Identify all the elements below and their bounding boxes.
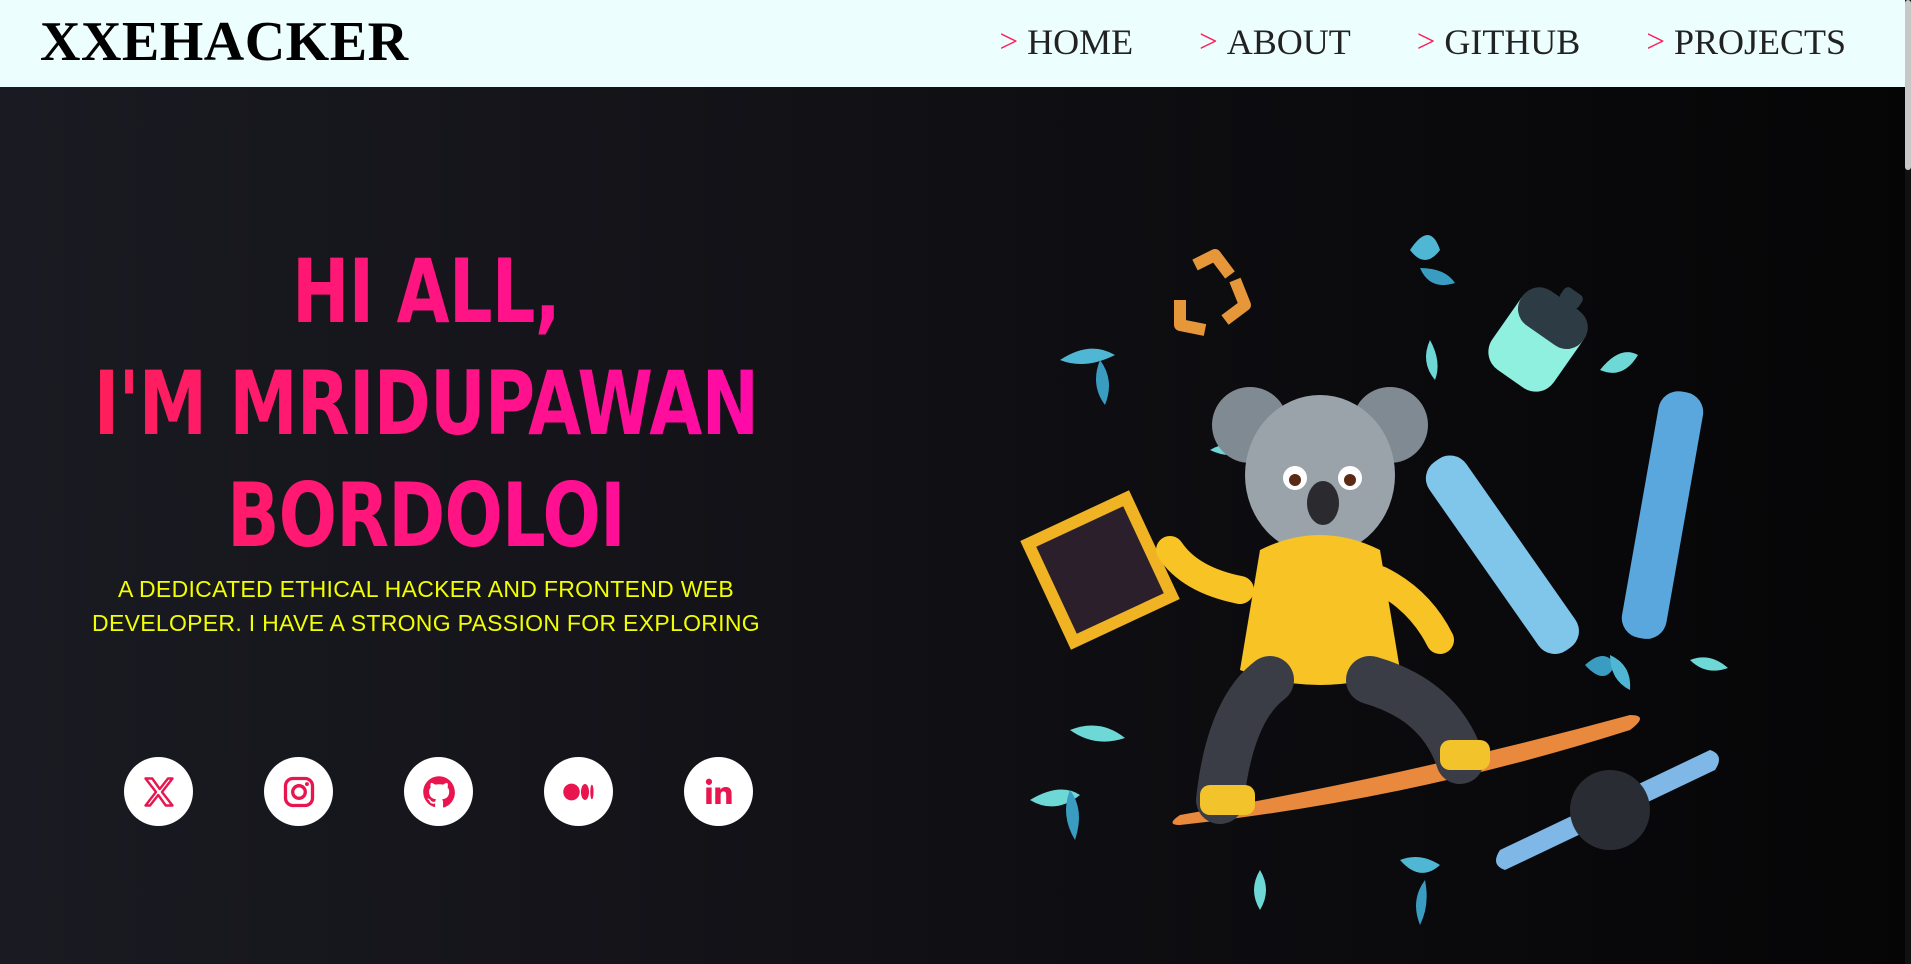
koala-snowboard-illustration: [1020, 235, 1728, 925]
hero-heading: HI ALL, I'M MRIDUPAWAN BORDOLOI: [94, 236, 759, 572]
nav-home[interactable]: > HOME: [999, 20, 1133, 64]
instagram-link[interactable]: [264, 757, 333, 826]
hero-greeting: HI ALL,: [291, 240, 561, 343]
navbar: XXEHACKER > HOME > ABOUT > GITHUB > PROJ…: [0, 0, 1911, 87]
onewheel-icon: [1496, 750, 1719, 870]
linkedin-icon: [705, 778, 732, 804]
chevron-right-icon: >: [1646, 24, 1665, 60]
github-icon: [422, 775, 455, 807]
scrollbar-thumb[interactable]: [1905, 0, 1911, 170]
recycle-icon: [1174, 249, 1251, 336]
x-icon: [143, 776, 174, 807]
linkedin-link[interactable]: [684, 757, 753, 826]
chevron-right-icon: >: [999, 24, 1019, 60]
brand-logo[interactable]: XXEHACKER: [40, 10, 409, 74]
hero-name-line: I'M MRIDUPAWAN: [93, 352, 759, 455]
nav-github[interactable]: > GITHUB: [1417, 20, 1581, 64]
hero-description: A DEDICATED ETHICAL HACKER AND FRONTEND …: [92, 576, 760, 636]
chevron-right-icon: >: [1416, 24, 1436, 60]
solar-panel-icon: [1020, 490, 1180, 650]
nav-projects[interactable]: > PROJECTS: [1646, 20, 1846, 64]
github-link[interactable]: [404, 757, 473, 826]
instagram-icon: [283, 776, 314, 807]
nav-projects-label: PROJECTS: [1673, 22, 1846, 62]
skis-icon: [1425, 391, 1704, 654]
social-links: [124, 757, 824, 826]
nav-about-label: ABOUT: [1226, 22, 1351, 62]
battery-icon: [1488, 287, 1588, 392]
nav-github-label: GITHUB: [1444, 22, 1581, 62]
hero-surname-line: BORDOLOI: [227, 464, 625, 567]
medium-icon: [562, 783, 594, 800]
nav-links: > HOME > ABOUT > GITHUB > PROJECTS: [933, 20, 1846, 64]
page-scrollbar[interactable]: [1905, 0, 1911, 964]
nav-home-label: HOME: [1027, 22, 1134, 62]
x-link[interactable]: [124, 757, 193, 826]
nav-about[interactable]: > ABOUT: [1199, 20, 1351, 64]
medium-link[interactable]: [544, 757, 613, 826]
chevron-right-icon: >: [1199, 24, 1218, 60]
